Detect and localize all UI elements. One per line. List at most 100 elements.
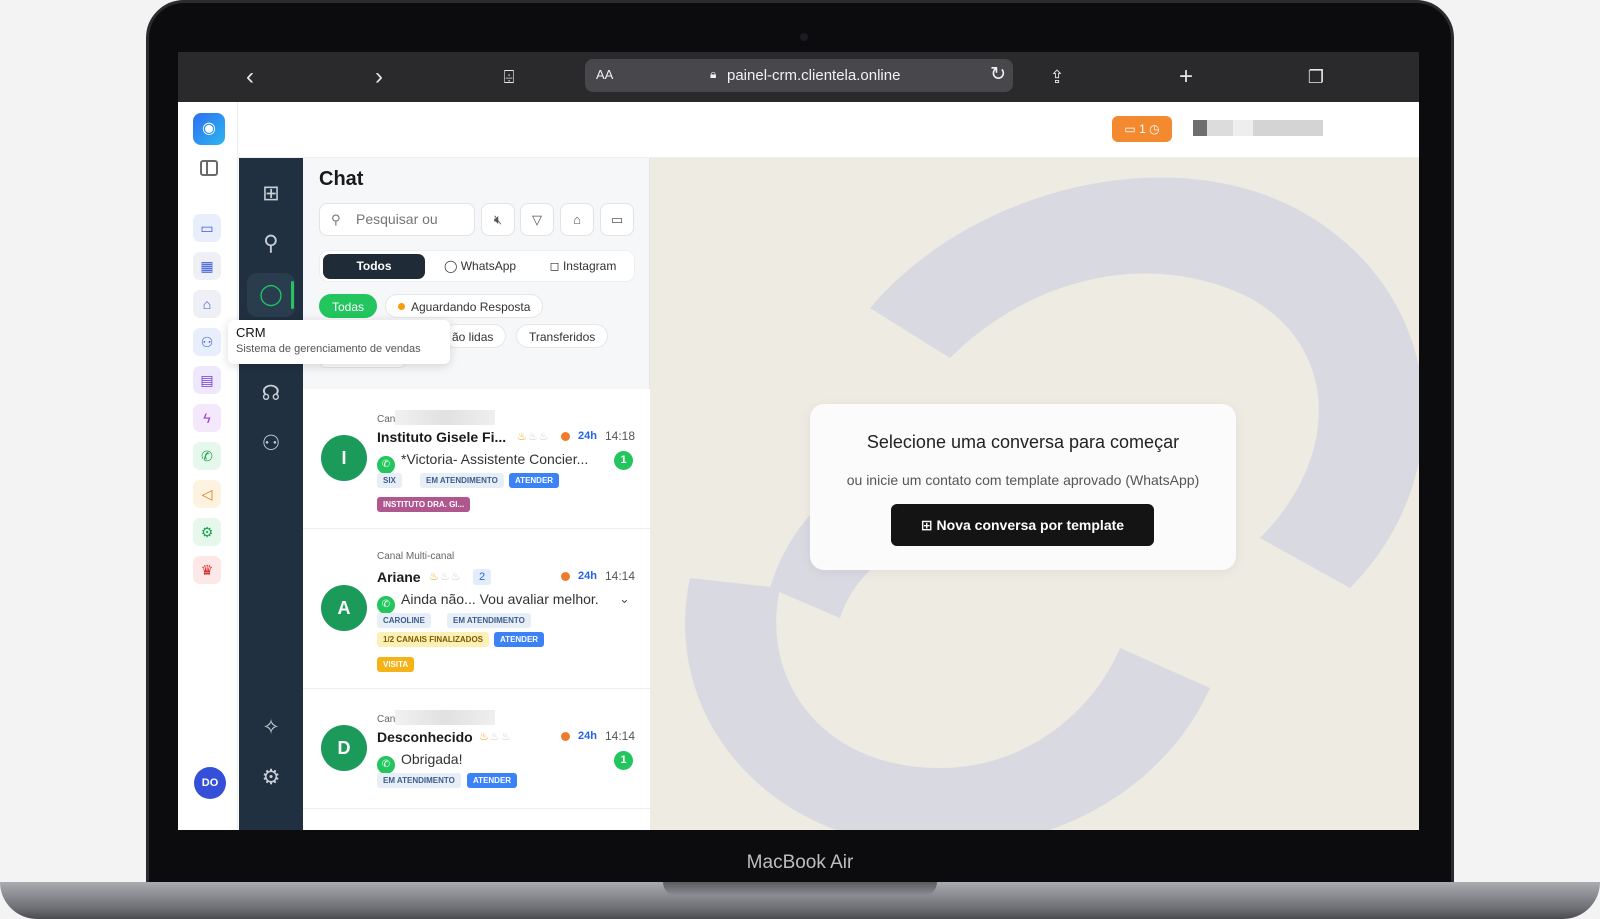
contact-avatar: A [321, 585, 367, 631]
tag-visita: VISITA [377, 657, 415, 672]
redacted-channel [395, 410, 496, 425]
team-icon[interactable]: ⚇ [257, 430, 285, 458]
chat-bubble-icon[interactable]: ◯ [257, 281, 285, 309]
empty-state-subtitle: ou inicie um contato com template aprova… [846, 472, 1200, 488]
channel-label: Canal Multi-canal [377, 551, 455, 562]
mute-icon: 🔇︎ [493, 212, 503, 227]
filter-aguardando-label: Aguardando Resposta [411, 300, 531, 314]
user-avatar[interactable]: DO [194, 767, 226, 799]
tab-todos[interactable]: Todos [323, 254, 425, 279]
window-24h: 24h [578, 430, 597, 442]
message-text: Ainda não... Vou avaliar melhor. [401, 591, 599, 607]
chat-panel: Chat ⚲ 🔇︎ ▽ ⌂ ▭ Todos ◯ WhatsApp ◻ Insta… [303, 158, 650, 830]
contact-name: Ariane [377, 569, 421, 585]
reader-button[interactable]: AA [596, 67, 613, 82]
gear-nav-icon[interactable]: ⚙ [193, 518, 221, 546]
message-preview: ✆ Obrigada! [377, 751, 462, 774]
calendar-icon: ▭ [1124, 122, 1140, 136]
headset-icon[interactable]: ☊ [257, 380, 285, 408]
unread-badge: 1 [614, 751, 633, 770]
device-label: MacBook Air [746, 852, 854, 873]
tag-owner: CAROLINE [377, 613, 431, 628]
app-rail: ◉ ▭ ▦ ⌂ ⚇ ▤ ϟ ✆ ◁ ⚙ ♛ DO [178, 102, 238, 830]
conversation-item[interactable]: I Can Instituto Gisele Fi... ♨♨♨ 24h 14:… [303, 389, 650, 529]
new-tab-button[interactable]: + [1172, 63, 1200, 91]
reload-icon[interactable]: ↻ [990, 63, 1006, 86]
tab-instagram[interactable]: ◻ Instagram [535, 254, 631, 279]
channel-tabs: Todos ◯ WhatsApp ◻ Instagram [319, 250, 635, 282]
app-logo[interactable]: ◉ [193, 113, 225, 145]
user-icon[interactable]: ⚲ [257, 230, 285, 258]
search-icon: ⚲ [331, 212, 341, 227]
tab-whatsapp-label: WhatsApp [460, 259, 517, 273]
search-box[interactable]: ⚲ [319, 203, 475, 236]
users-nav-icon[interactable]: ⚇ [193, 328, 221, 356]
unread-badge: 1 [614, 451, 633, 470]
tag-status: EM ATENDIMENTO [377, 773, 461, 788]
tabs-overview-button[interactable]: ❐ [1302, 63, 1330, 91]
message-time: 14:14 [605, 729, 636, 743]
tag-atender[interactable]: ATENDER [494, 632, 545, 647]
plus-icon: + [1178, 63, 1193, 90]
conversation-item[interactable]: A Canal Multi-canal Ariane ♨♨♨ 2 24h 14:… [303, 529, 650, 689]
home-nav-icon[interactable]: ⌂ [193, 290, 221, 318]
filter-todas[interactable]: Todas [319, 294, 378, 318]
address-bar[interactable]: AA 🔒︎ painel-crm.clientela.online ↻ [585, 59, 1013, 92]
chat-nav-icon[interactable]: ▭ [193, 214, 221, 242]
megaphone-nav-icon[interactable]: ◁ [193, 480, 221, 508]
status-dot [561, 572, 570, 581]
chevron-down-icon[interactable]: ⌄ [619, 591, 630, 607]
whatsapp-nav-icon[interactable]: ✆ [193, 442, 221, 470]
filter-nao-lidas[interactable]: ão lidas [443, 324, 507, 348]
message-preview: ✆ Ainda não... Vou avaliar melhor. [377, 591, 599, 614]
empty-state-title: Selecione uma conversa para começar [866, 432, 1180, 452]
tab-whatsapp[interactable]: ◯ WhatsApp [430, 254, 530, 279]
tag-owner: SIX [377, 473, 402, 488]
bookmarks-button[interactable]: ⌹ [495, 63, 523, 91]
contact-avatar: D [321, 725, 367, 771]
tabs-icon: ❐ [1307, 67, 1325, 87]
conversation-item[interactable]: D Can Desconhecido ♨♨♨ 24h 14:14 ✆ Obriga… [303, 689, 650, 809]
notification-badge[interactable]: ▭ 1 ◷ [1112, 116, 1172, 142]
search-input[interactable] [356, 211, 466, 227]
new-template-conversation-button[interactable]: ⊞ Nova conversa por template [891, 504, 1154, 546]
sparkle-icon[interactable]: ✧ [257, 714, 285, 742]
window-24h: 24h [578, 730, 597, 742]
channel-text: Can [377, 414, 396, 425]
tag-atender[interactable]: ATENDER [467, 773, 518, 788]
chat-title: Chat [319, 168, 364, 190]
contact-avatar: I [321, 435, 367, 481]
mute-button[interactable]: 🔇︎ [481, 203, 515, 236]
chevron-right-icon: › [375, 63, 383, 90]
bolt-nav-icon[interactable]: ϟ [193, 404, 221, 432]
tooltip-subtitle: Sistema de gerenciamento de vendas [236, 343, 421, 355]
new-message-button[interactable]: ▭ [600, 203, 634, 236]
whatsapp-icon: ◯ [443, 259, 461, 273]
button-label: Nova conversa por template [936, 517, 1125, 533]
tag-channels: 1/2 CANAIS FINALIZADOS [377, 632, 490, 647]
heat-icon: ♨♨♨ [479, 731, 512, 743]
tag-button[interactable]: ⌂ [560, 203, 594, 236]
filter-button[interactable]: ▽ [520, 203, 554, 236]
back-button[interactable]: ‹ [236, 63, 264, 91]
tag-atender[interactable]: ATENDER [509, 473, 560, 488]
grid-icon[interactable]: ⊞ [257, 180, 285, 208]
window-24h: 24h [578, 570, 597, 582]
browser-toolbar: ‹ › ⌹ AA 🔒︎ painel-crm.clientela.online … [178, 52, 1419, 102]
share-button[interactable]: ⇪ [1043, 63, 1071, 91]
clipboard-nav-icon[interactable]: ▤ [193, 366, 221, 394]
message-time: 14:18 [605, 429, 636, 443]
message-text: Obrigada! [401, 751, 463, 767]
sidebar-toggle-icon[interactable] [200, 160, 218, 176]
settings-icon[interactable]: ⚙ [257, 764, 285, 792]
channel-label: Can [377, 710, 496, 725]
tab-instagram-label: Instagram [562, 259, 617, 273]
filter-aguardando[interactable]: Aguardando Resposta [385, 294, 544, 318]
chevron-left-icon: ‹ [246, 63, 254, 90]
heat-icon: ♨♨♨ [517, 431, 550, 443]
calendar-nav-icon[interactable]: ▦ [193, 252, 221, 280]
filter-transferidos[interactable]: Transferidos [516, 324, 609, 348]
status-dot [561, 432, 570, 441]
crown-nav-icon[interactable]: ♛ [193, 556, 221, 584]
forward-button[interactable]: › [365, 63, 393, 91]
